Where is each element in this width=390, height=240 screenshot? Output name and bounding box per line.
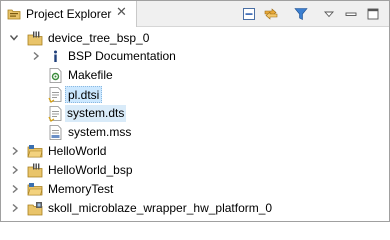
collapse-all-icon[interactable] [241,6,257,22]
tree-item-pl-dtsi[interactable]: pl.dtsi [1,85,389,104]
bsp-project-icon [27,163,43,178]
file-icon [48,106,62,122]
view-title: Project Explorer [26,7,112,21]
mss-file-icon [49,125,62,140]
tree-item-label: Makefile [68,68,113,82]
tree-item-label: HelloWorld [48,144,107,158]
tree-item-label: HelloWorld_bsp [48,163,133,177]
tree-item-memorytest[interactable]: MemoryTest [1,180,389,199]
project-explorer-icon [7,9,21,20]
filter-icon[interactable] [293,6,309,22]
chevron-right-icon[interactable] [10,145,20,157]
info-icon [54,50,57,62]
tree-item-system-dts[interactable]: system.dts [1,104,389,123]
tree-item-device-tree-bsp-0[interactable]: device_tree_bsp_0 [1,29,389,48]
project-explorer-view: Project Explorer ✕ device_tree_bsp_0 BSP… [0,0,390,222]
chevron-right-icon[interactable] [10,202,20,214]
chevron-down-icon[interactable] [9,32,19,44]
c-project-icon [27,145,43,158]
minimize-icon[interactable] [343,6,359,22]
tree-item-label: device_tree_bsp_0 [48,31,150,45]
chevron-right-icon[interactable] [10,183,20,195]
view-menu-icon[interactable] [321,6,337,22]
tree-item-label: MemoryTest [48,182,114,196]
tree-item-label: skoll_microblaze_wrapper_hw_platform_0 [48,201,273,215]
tree-item-label: BSP Documentation [68,49,176,63]
hw-platform-icon [27,202,43,216]
chevron-right-icon[interactable] [10,164,20,176]
maximize-icon[interactable] [365,6,381,22]
tree-item-label: system.dts [65,105,127,122]
tree-item-makefile[interactable]: Makefile [1,66,389,85]
tree-item-label: system.mss [68,125,132,139]
tree-item-helloworld-bsp[interactable]: HelloWorld_bsp [1,161,389,180]
tab-project-explorer[interactable]: Project Explorer ✕ [1,1,137,27]
tree-item-bsp-documentation[interactable]: BSP Documentation [1,47,389,66]
project-tree: device_tree_bsp_0 BSP Documentation Make… [1,28,389,221]
tree-item-system-mss[interactable]: system.mss [1,123,389,142]
tree-item-label: pl.dtsi [65,86,103,103]
bsp-project-icon [27,31,43,46]
chevron-right-icon[interactable] [31,50,41,62]
c-project-icon [27,183,43,196]
tree-item-helloworld[interactable]: HelloWorld [1,142,389,161]
makefile-icon [49,68,62,83]
view-header: Project Explorer ✕ [1,1,389,27]
close-icon[interactable]: ✕ [116,5,130,21]
link-with-editor-icon[interactable] [263,6,279,22]
file-icon [48,87,62,103]
tree-item-skoll-microblaze-wrapper-hw-platform-0[interactable]: skoll_microblaze_wrapper_hw_platform_0 [1,199,389,218]
